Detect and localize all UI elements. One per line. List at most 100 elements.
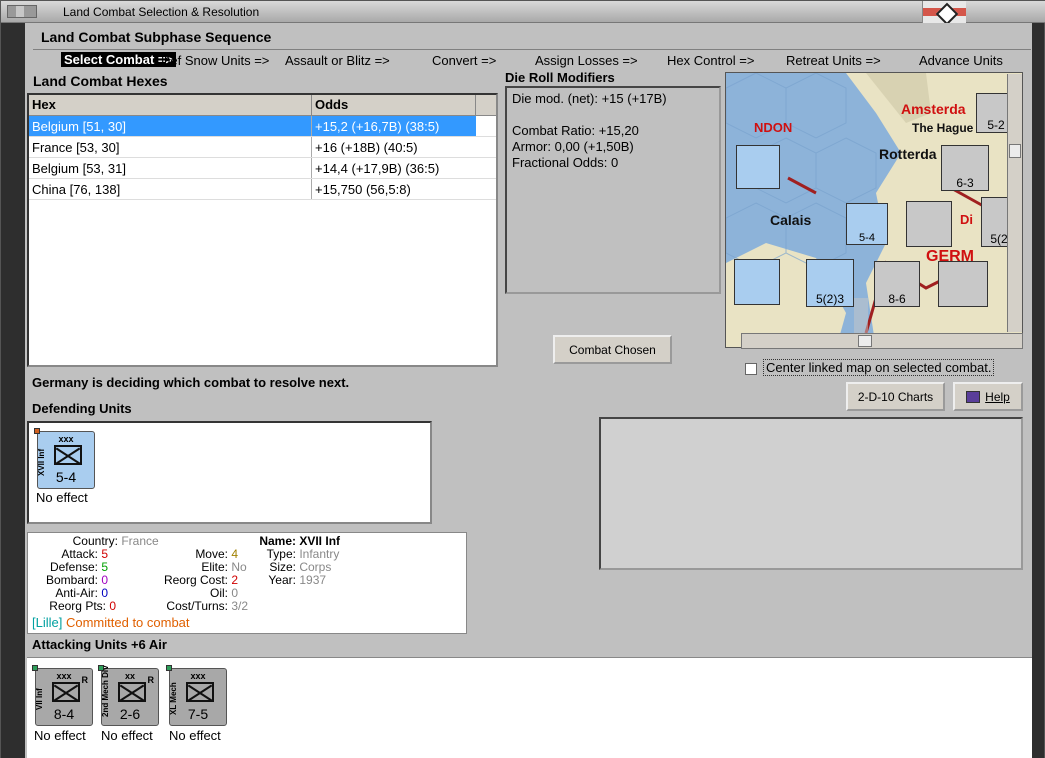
infantry-symbol-icon — [54, 445, 82, 465]
unit-result: No effect — [169, 728, 221, 743]
map-vertical-scrollbar[interactable] — [1007, 74, 1022, 332]
column-hex[interactable]: Hex — [29, 95, 312, 115]
hex-cell: Belgium [51, 30] — [29, 116, 312, 136]
left-frame — [1, 23, 25, 758]
type-value: Infantry — [299, 547, 340, 561]
right-frame — [1030, 23, 1044, 758]
sequence-bar: Select Combat => Def Snow Units => Assau… — [33, 49, 1031, 68]
column-odds[interactable]: Odds — [312, 95, 476, 115]
window-title: Land Combat Selection & Resolution — [63, 5, 260, 19]
defending-title: Defending Units — [32, 401, 132, 416]
map-counter-8-6[interactable]: 8-6 — [874, 261, 920, 307]
center-linked-map-label: Center linked map on selected combat. — [763, 359, 995, 376]
commit-status: Committed to combat — [65, 615, 190, 630]
help-book-icon — [966, 390, 981, 403]
defense-value: 5 — [101, 560, 109, 574]
unit-strength: 7-5 — [187, 706, 209, 722]
map-label-amsterdam: Amsterda — [901, 101, 966, 117]
mechanized-symbol-icon — [186, 682, 214, 702]
attacking-units-box: xxx R VII Inf 8-4 No effect xx R 2nd Mec… — [27, 657, 1032, 758]
infantry-symbol-icon — [52, 682, 80, 702]
step-select-combat[interactable]: Select Combat => — [61, 52, 177, 67]
unit-reserve-tag: R — [81, 675, 89, 685]
step-retreat-units[interactable]: Retreat Units => — [786, 53, 881, 68]
table-row[interactable]: Belgium [51, 30] +15,2 (+16,7B) (38:5) — [29, 116, 496, 137]
step-assign-losses[interactable]: Assign Losses => — [535, 53, 638, 68]
map-horizontal-scrollbar[interactable] — [741, 333, 1023, 349]
bombard-value: 0 — [101, 573, 109, 587]
attacking-unit-counter[interactable]: xxx R VII Inf 8-4 — [32, 665, 93, 726]
reorgpts-label: Reorg Pts: — [49, 599, 106, 613]
unit-result: No effect — [34, 728, 86, 743]
year-label: Year: — [268, 573, 296, 587]
attacking-unit-counter[interactable]: xxx XL Mech 7-5 — [166, 665, 227, 726]
hscroll-thumb[interactable] — [858, 335, 872, 347]
odds-cell: +15,2 (+16,7B) (38:5) — [312, 116, 476, 136]
map-label-the-hague: The Hague — [912, 121, 974, 135]
map-counter-air-spitfire[interactable] — [736, 145, 780, 189]
odds-cell: +16 (+18B) (40:5) — [315, 140, 418, 155]
defending-unit-counter[interactable]: xxx XVII Inf 5-4 — [34, 428, 95, 489]
reorgcost-value: 2 — [231, 573, 239, 587]
antiair-value: 0 — [101, 586, 109, 600]
step-assault-or-blitz[interactable]: Assault or Blitz => — [285, 53, 390, 68]
size-value: Corps — [299, 560, 332, 574]
step-hex-control[interactable]: Hex Control => — [667, 53, 754, 68]
map-label-london: NDON — [754, 120, 793, 135]
main-panel: Land Combat Subphase Sequence Select Com… — [25, 23, 1032, 758]
window-menu-icon[interactable] — [7, 5, 37, 18]
step-advance-units[interactable]: Advance Units — [919, 53, 1003, 68]
year-value: 1937 — [299, 573, 327, 587]
elite-value: No — [231, 560, 247, 574]
name-value: XVII Inf — [299, 534, 341, 548]
map-counter-naval[interactable] — [734, 259, 780, 305]
unit-reserve-tag: R — [147, 675, 155, 685]
center-linked-map-checkbox[interactable] — [745, 362, 757, 375]
table-row[interactable]: Belgium [53, 31] +14,4 (+17,9B) (36:5) — [29, 158, 496, 179]
drm-line — [512, 107, 714, 123]
drm-line: Fractional Odds: 0 — [512, 155, 619, 170]
combat-window: Land Combat Selection & Resolution Land … — [0, 0, 1045, 758]
help-button-label: Help — [985, 389, 1010, 404]
drm-box: Die mod. (net): +15 (+17B) Combat Ratio:… — [505, 86, 721, 294]
charts-button[interactable]: 2-D-10 Charts — [846, 382, 945, 411]
unit-result: No effect — [101, 728, 153, 743]
sequence-title: Land Combat Subphase Sequence — [41, 29, 272, 45]
map-counter-6-3[interactable]: 6-3 — [941, 145, 989, 191]
costturns-label: Cost/Turns: — [166, 599, 228, 613]
map-label-di: Di — [960, 212, 973, 227]
help-button[interactable]: Help — [953, 382, 1023, 411]
attacking-unit-counter[interactable]: xx R 2nd Mech Div 2-6 — [98, 665, 159, 726]
drm-line: Die mod. (net): +15 (+17B) — [512, 91, 667, 106]
title-bar[interactable]: Land Combat Selection & Resolution — [1, 1, 1045, 23]
unit-strength: 8-4 — [53, 706, 75, 722]
attacking-title: Attacking Units +6 Air — [32, 637, 167, 652]
map-counter-5-4[interactable]: 5-4 — [846, 203, 888, 245]
costturns-value: 3/2 — [231, 599, 249, 613]
map-counter-5-2-3[interactable]: 5(2)3 — [806, 259, 854, 307]
vscroll-thumb[interactable] — [1009, 144, 1021, 158]
step-convert[interactable]: Convert => — [432, 53, 496, 68]
drm-line: Armor: 0,00 (+1,50B) — [512, 139, 634, 154]
oil-value: 0 — [231, 586, 239, 600]
combat-info-panel — [599, 417, 1023, 570]
map-counter-air-stuka[interactable] — [906, 201, 952, 247]
hex-cell: Belgium [53, 31] — [29, 158, 312, 178]
center-linked-map-option[interactable]: Center linked map on selected combat. — [745, 359, 995, 376]
map-counter-air-bf110[interactable] — [938, 261, 988, 307]
table-row[interactable]: France [53, 30] +16 (+18B) (40:5) — [29, 137, 496, 158]
mechanized-symbol-icon — [118, 682, 146, 702]
table-row[interactable]: China [76, 138] +15,750 (56,5:8) — [29, 179, 496, 200]
unit-strength: 5-4 — [55, 469, 77, 485]
hex-cell: France [53, 30] — [29, 137, 312, 157]
german-flag-icon — [922, 1, 966, 23]
step-def-snow-units[interactable]: Def Snow Units => — [161, 53, 269, 68]
unit-size: xxx — [190, 671, 206, 681]
linked-map[interactable]: Amsterda The Hague Rotterda NDON Calais … — [725, 72, 1023, 348]
hex-table[interactable]: Hex Odds Belgium [51, 30] +15,2 (+16,7B)… — [27, 93, 498, 367]
combat-chosen-button[interactable]: Combat Chosen — [553, 335, 672, 364]
unit-strength: 2-6 — [119, 706, 141, 722]
unit-size: xxx — [58, 434, 74, 444]
move-value: 4 — [231, 547, 239, 561]
drm-line: Combat Ratio: +15,20 — [512, 123, 639, 138]
